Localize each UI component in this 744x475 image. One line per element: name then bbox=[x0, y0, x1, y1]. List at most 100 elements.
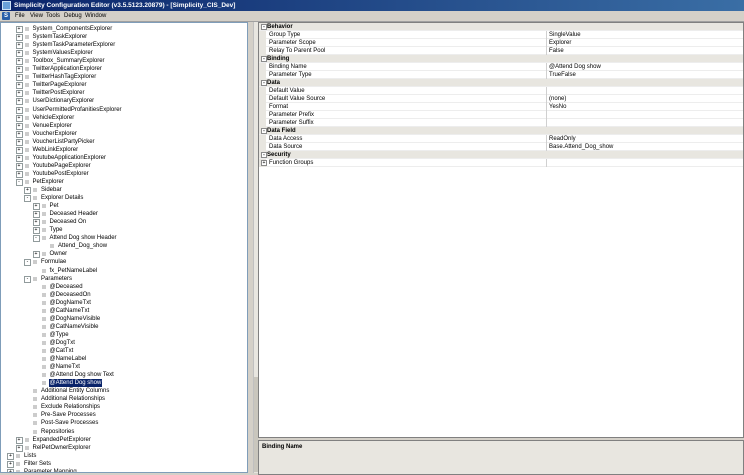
tree-node-label[interactable]: WebLinkExplorer bbox=[32, 146, 80, 154]
tree-node-label[interactable]: RelPetOwnerExplorer bbox=[32, 444, 92, 452]
property-category[interactable]: - Security bbox=[259, 151, 743, 159]
property-row[interactable]: Parameter Scope Explorer bbox=[259, 39, 743, 47]
tree-node-label[interactable]: Deceased Header bbox=[49, 210, 99, 218]
menu-view[interactable]: View bbox=[29, 11, 44, 21]
tree-node-label[interactable]: Explorer Details bbox=[40, 194, 84, 202]
tree-node-label[interactable]: Deceased On bbox=[49, 218, 88, 226]
tree-node-label[interactable]: Attend Dog show Header bbox=[49, 234, 118, 242]
tree-node-label[interactable]: Exclude Relationships bbox=[40, 403, 101, 411]
tree-node-label[interactable]: @Deceased bbox=[49, 283, 84, 291]
expand-icon[interactable]: + bbox=[15, 444, 23, 452]
tree-node-label[interactable]: @NameLabel bbox=[49, 355, 88, 363]
expand-icon[interactable]: + bbox=[15, 98, 23, 106]
property-row[interactable]: Parameter Suffix bbox=[259, 119, 743, 127]
property-row[interactable]: Default Value Source (none) bbox=[259, 95, 743, 103]
menu-window[interactable]: Window bbox=[84, 11, 107, 21]
expand-icon[interactable]: + bbox=[15, 122, 23, 130]
tree-node-label[interactable]: @CatNameTxt bbox=[49, 307, 91, 315]
expand-icon[interactable]: + bbox=[15, 130, 23, 138]
expand-icon[interactable]: + bbox=[15, 154, 23, 162]
collapse-icon[interactable]: - bbox=[24, 195, 31, 203]
property-row[interactable]: Binding Name @Attend Dog show bbox=[259, 63, 743, 71]
tree-node-label[interactable]: Additional Entity Columns bbox=[40, 387, 110, 395]
expand-icon[interactable]: + bbox=[32, 203, 40, 211]
tree-node-label[interactable]: VehicleExplorer bbox=[32, 114, 76, 122]
property-value[interactable]: YesNo bbox=[549, 103, 566, 111]
tree-node-label[interactable]: Attend_Dog_show bbox=[57, 242, 108, 250]
column-divider[interactable] bbox=[546, 71, 547, 79]
expand-icon[interactable]: + bbox=[32, 219, 40, 227]
column-divider[interactable] bbox=[546, 143, 547, 151]
tree-node-label[interactable]: UserPermittedProfanitiesExplorer bbox=[32, 106, 123, 114]
tree-node-label[interactable]: Post-Save Processes bbox=[40, 419, 99, 427]
tree-node-label[interactable]: UserDictionaryExplorer bbox=[32, 97, 96, 105]
tree-node-label[interactable]: VoucherExplorer bbox=[32, 130, 78, 138]
column-divider[interactable] bbox=[546, 95, 547, 103]
expand-icon[interactable]: + bbox=[261, 160, 267, 166]
tree-node-label[interactable]: Additional Relationships bbox=[40, 395, 106, 403]
expand-icon[interactable]: + bbox=[7, 460, 14, 468]
expand-icon[interactable]: + bbox=[15, 26, 23, 33]
menu-debug[interactable]: Debug bbox=[63, 11, 83, 21]
tree-node-label[interactable]: VenueExplorer bbox=[32, 122, 73, 130]
tree-node-label[interactable]: @Attend Dog show bbox=[48, 379, 103, 388]
expand-icon[interactable]: + bbox=[15, 162, 23, 170]
tree-node-label[interactable]: @CatTxt bbox=[49, 347, 75, 355]
tree-node-label[interactable]: Lists bbox=[23, 452, 37, 460]
property-row[interactable]: Relay To Parent Pool False bbox=[259, 47, 743, 55]
tree-node-label[interactable]: VoucherListPartyPicker bbox=[32, 138, 96, 146]
expand-icon[interactable]: + bbox=[15, 436, 23, 444]
property-row[interactable]: Parameter Type TrueFalse bbox=[259, 71, 743, 79]
tree-node-label[interactable]: SystemValuesExplorer bbox=[32, 49, 94, 57]
column-divider[interactable] bbox=[546, 63, 547, 71]
property-row[interactable]: Data Source Base.Attend_Dog_show bbox=[259, 143, 743, 151]
property-row[interactable]: Format YesNo bbox=[259, 103, 743, 111]
tree-node-label[interactable]: YoutubeApplicationExplorer bbox=[32, 154, 108, 162]
tree-node-label[interactable]: Type bbox=[49, 226, 64, 234]
tree-node-label[interactable]: TwitterHashTagExplorer bbox=[32, 73, 98, 81]
property-row[interactable]: Parameter Prefix bbox=[259, 111, 743, 119]
column-divider[interactable] bbox=[546, 159, 547, 167]
expand-icon[interactable]: + bbox=[15, 74, 23, 82]
property-value[interactable]: TrueFalse bbox=[549, 71, 576, 79]
property-row[interactable]: Data Access ReadOnly bbox=[259, 135, 743, 143]
expand-icon[interactable]: + bbox=[15, 58, 23, 66]
property-category[interactable]: - Behavior bbox=[259, 23, 743, 31]
tree-node-label[interactable]: fx_PetNameLabel bbox=[49, 267, 99, 275]
expand-icon[interactable]: + bbox=[15, 90, 23, 98]
property-value[interactable]: Base.Attend_Dog_show bbox=[549, 143, 613, 151]
expand-icon[interactable]: + bbox=[15, 34, 23, 42]
property-category[interactable]: - Data Field bbox=[259, 127, 743, 135]
expand-icon[interactable]: + bbox=[15, 66, 23, 74]
collapse-icon[interactable]: - bbox=[24, 259, 31, 267]
expand-icon[interactable]: + bbox=[15, 114, 23, 122]
tree-node-label[interactable]: SystemTaskParameterExplorer bbox=[32, 41, 117, 49]
property-value[interactable]: (none) bbox=[549, 95, 566, 103]
tree-node-label[interactable]: TwitterPostExplorer bbox=[32, 89, 86, 97]
property-category[interactable]: - Data bbox=[259, 79, 743, 87]
tree-node-label[interactable]: Formulae bbox=[40, 258, 67, 266]
tree-node-label[interactable]: @NameTxt bbox=[49, 363, 81, 371]
expand-icon[interactable]: + bbox=[15, 106, 23, 114]
property-row[interactable]: Group Type SingleValue bbox=[259, 31, 743, 39]
tree-node-label[interactable]: @CatNameVisible bbox=[49, 323, 100, 331]
explorer-tree[interactable]: + System_ComponentsExplorer + SystemTaskExp… bbox=[0, 22, 248, 473]
tree-node-label[interactable]: Filter Sets bbox=[23, 460, 52, 468]
property-category[interactable]: - Binding bbox=[259, 55, 743, 63]
tree-node-label[interactable]: PetExplorer bbox=[32, 178, 65, 186]
tree-node-label[interactable]: Parameter Mapping bbox=[23, 468, 78, 472]
tree-node-label[interactable]: @DogTxt bbox=[49, 339, 76, 347]
expand-icon[interactable]: + bbox=[15, 170, 23, 178]
tree-node-label[interactable]: YoutubePostExplorer bbox=[32, 170, 90, 178]
tree-node-label[interactable]: @Attend Dog show Text bbox=[49, 371, 115, 379]
expand-icon[interactable]: + bbox=[32, 227, 40, 235]
tree-node-label[interactable]: Repositories bbox=[40, 428, 75, 436]
tree-node-label[interactable]: Pre-Save Processes bbox=[40, 411, 97, 419]
property-row[interactable]: + Function Groups bbox=[259, 159, 743, 167]
tree-node-label[interactable]: SystemTaskExplorer bbox=[32, 33, 89, 41]
column-divider[interactable] bbox=[546, 87, 547, 95]
tree-node-label[interactable]: @DogNameTxt bbox=[49, 299, 92, 307]
column-divider[interactable] bbox=[546, 111, 547, 119]
column-divider[interactable] bbox=[546, 103, 547, 111]
tree-node-label[interactable]: System_ComponentsExplorer bbox=[32, 25, 114, 33]
